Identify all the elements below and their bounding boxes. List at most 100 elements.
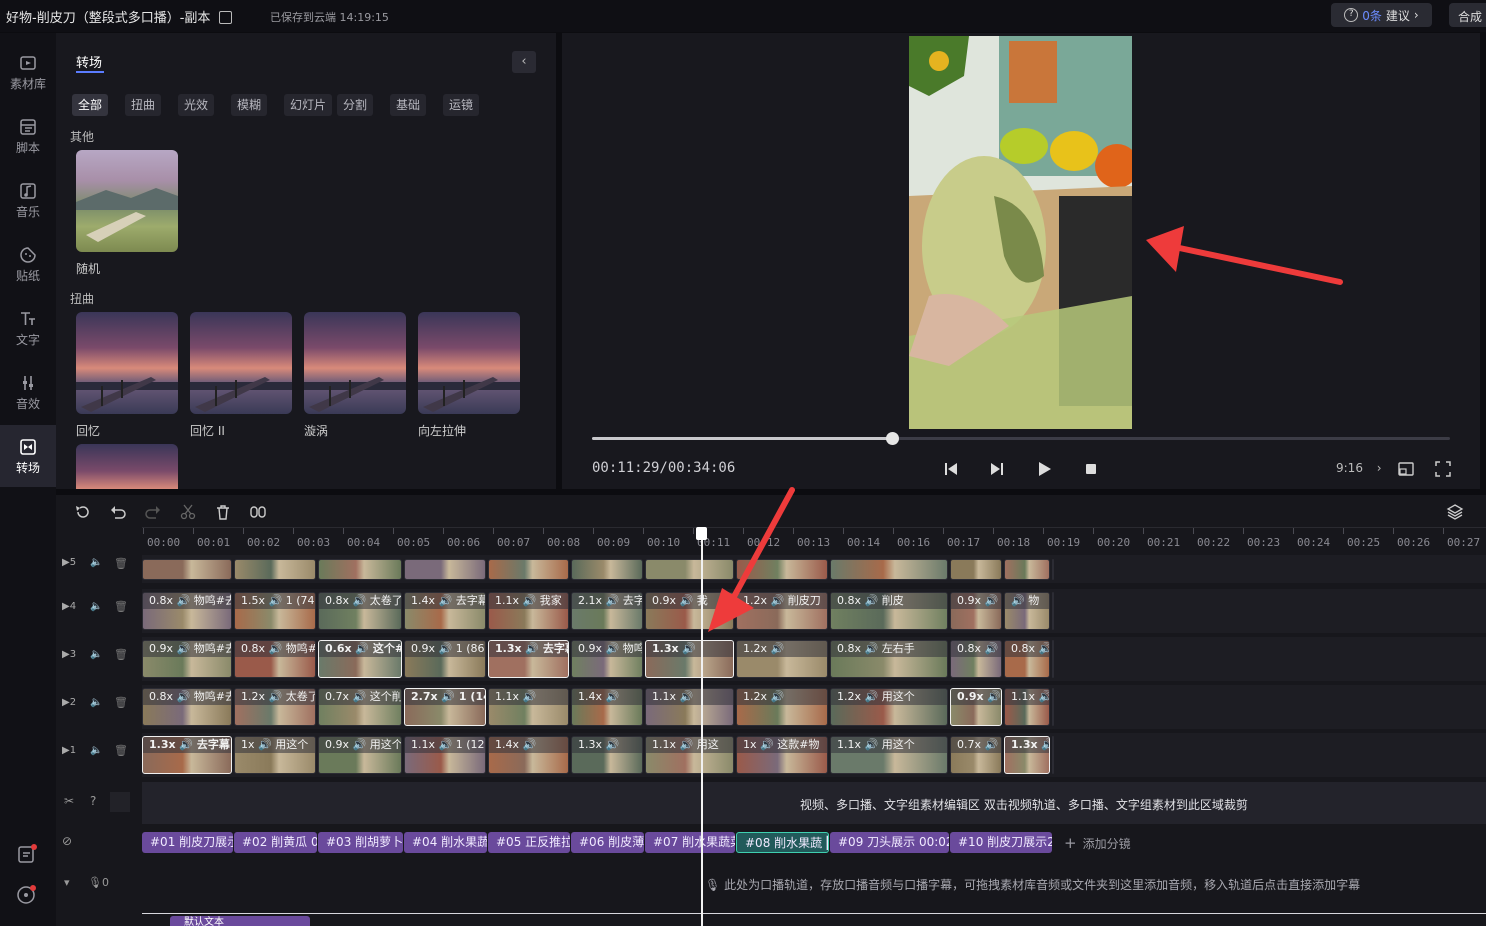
fullscreen-icon[interactable] [1434,460,1452,478]
group-icon[interactable] [249,503,267,521]
timeline-clip[interactable]: 1.2x 🔊 用这个# [1052,688,1054,726]
speaker-icon[interactable]: 🔈 [90,697,102,708]
delete-track-icon[interactable]: 🗑 [114,557,128,570]
scissors-icon[interactable]: ✂ [64,794,74,808]
transition-thumb-swirl[interactable] [304,312,406,414]
timeline-clip[interactable]: 1.2x 🔊 [736,688,828,726]
filter-chip-all[interactable]: 全部 [72,94,108,116]
timeline-clip[interactable] [571,559,643,580]
timeline-clip[interactable] [830,559,948,580]
segment-chip[interactable]: #10 削皮刀展示2 [950,832,1052,853]
timeline-clip[interactable]: 1.1x 🔊 我家 [488,592,569,630]
transition-thumb-memory-2[interactable] [190,312,292,414]
transition-thumb-random[interactable] [76,150,178,252]
redo-icon[interactable] [144,503,162,521]
chevron-down-icon[interactable]: ▾ [64,876,70,889]
sidebar-item-music[interactable]: 音乐 [0,169,56,231]
timeline-clip[interactable]: 1.1x 🔊 1 (125) [404,736,486,774]
timeline-clip[interactable]: 1.3x 🔊 [571,736,643,774]
timeline-clip[interactable]: 0.9x 🔊 [950,592,1002,630]
picture-in-picture-icon[interactable] [1397,460,1415,478]
timeline-clip[interactable]: 1.1x 🔊 用这 [645,736,734,774]
timeline-clip[interactable] [1004,559,1050,580]
segment-chip[interactable]: #09 刀头展示 00:02:1 [830,832,949,853]
timeline-clip[interactable] [234,559,316,580]
timeline-clip[interactable]: 0.9x 🔊 物鸣#去 [142,640,232,678]
collapse-panel-button[interactable]: ‹ [512,51,536,73]
compose-button[interactable]: 合成 [1449,3,1486,27]
speaker-icon[interactable]: 🔈 [90,601,102,612]
sidebar-item-sticker[interactable]: 贴纸 [0,233,56,295]
aspect-ratio-selector[interactable]: 9:16 › [1336,461,1382,475]
project-title[interactable]: 好物-削皮刀（整段式多口播）-副本 [6,7,232,26]
compass-icon[interactable]: ⊘ [62,834,72,848]
timeline-clip[interactable]: 0.8x 🔊 左右手都能削 [950,640,1002,678]
timeline-clip[interactable]: 0.8x 🔊 物鸣# [234,640,316,678]
timeline-clip[interactable]: 0.6x 🔊 这个# [318,640,402,678]
segment-chip[interactable]: #08 削水果蔬▐▐ [736,832,829,853]
timeline-clip[interactable]: 0.8x 🔊 削皮 [830,592,948,630]
delete-icon[interactable] [214,503,232,521]
transition-thumb-partial[interactable] [76,444,178,489]
transition-thumb-stretch-left[interactable] [418,312,520,414]
timeline-clip[interactable]: 1.4x 🔊 [571,688,643,726]
timeline-clip[interactable]: 1.4x 🔊 去字幕 [404,592,486,630]
sidebar-item-transition[interactable]: 转场 [0,425,56,487]
timeline-clip[interactable]: 0.8x 🔊 物鸣#去 [142,592,232,630]
speaker-icon[interactable]: 🔈 [90,745,102,756]
delete-track-icon[interactable]: 🗑 [114,648,128,661]
timeline-clip[interactable]: 1.1x 🔊 [645,688,734,726]
video-preview[interactable] [909,36,1132,429]
delete-track-icon[interactable]: 🗑 [114,600,128,613]
share-icon[interactable] [16,843,38,865]
timeline-clip[interactable]: 1.2x 🔊 太卷了 [234,688,316,726]
timeline-clip[interactable]: 0.8x 🔊 左右手 [830,640,948,678]
timeline-clip[interactable]: 1.1x 🔊 [488,688,569,726]
timeline-clip[interactable]: 2.1x 🔊 去字 [571,592,643,630]
timeline-clip[interactable]: 1.4x 🔊 [488,736,569,774]
skip-previous-icon[interactable] [942,460,960,478]
filter-chip-distort[interactable]: 扭曲 [125,94,161,116]
timeline-clip[interactable] [1052,559,1054,580]
segment-chip[interactable]: #07 削水果蔬菜 [645,832,735,853]
timeline-clip[interactable]: 0.7x 🔊 用这个#削皮 [950,736,1002,774]
timeline-clip[interactable] [318,559,402,580]
timeline-clip[interactable]: 1.3x 🔊 去字幕 [142,736,232,774]
timeline-clip[interactable]: 1.1x 🔊 这个削皮刀 [1004,688,1050,726]
filter-chip-blur[interactable]: 模糊 [231,94,267,116]
timeline-clip[interactable]: 2.7x 🔊 1 (148) [404,688,486,726]
timeline-clip[interactable]: 1x 🔊 用这个 [234,736,316,774]
filter-chip-light[interactable]: 光效 [178,94,214,116]
split-scissors-icon[interactable] [179,503,197,521]
segment-chip[interactable]: #03 削胡萝卜 [318,832,403,853]
timeline-clip[interactable]: 0.9x 🔊 1 (86) [404,640,486,678]
segment-chip[interactable]: #02 削黄瓜 00 [234,832,317,853]
filter-chip-basic[interactable]: 基础 [390,94,426,116]
timeline-clip[interactable]: 1.2x 🔊 [736,640,828,678]
timeline-clip[interactable] [488,559,569,580]
timeline-clip[interactable]: 0.9x 🔊 用这个 [318,736,402,774]
timeline-clip[interactable]: 0.7x 🔊 这个削 [318,688,402,726]
transition-thumb-memory[interactable] [76,312,178,414]
timeline-clip[interactable]: 0.8x 🔊 [1004,640,1050,678]
timeline-clip[interactable]: 1.3x 🔊 去字幕 [488,640,569,678]
delete-track-icon[interactable]: 🗑 [114,696,128,709]
sidebar-item-sound-effect[interactable]: 音效 [0,361,56,423]
segment-chip[interactable]: #06 削皮薄 [571,832,644,853]
timeline-clip[interactable] [142,559,232,580]
segment-chip[interactable]: #01 削皮刀展示 [142,832,233,853]
timeline-clip[interactable]: 0.9x 🔊 物鸣 [571,640,643,678]
segment-chip[interactable]: #04 削水果蔬菜 [404,832,487,853]
default-text-clip[interactable]: 默认文本 [170,916,310,926]
timeline-clip[interactable]: 1.2x 🔊 用这个 [830,688,948,726]
timeline-clip[interactable] [404,559,486,580]
timeline-clip[interactable]: 0.9x 🔊 去字幕 [950,688,1002,726]
sidebar-item-material-library[interactable]: 素材库 [0,41,56,103]
sidebar-item-script[interactable]: 脚本 [0,105,56,167]
add-segment-button[interactable]: + 添加分镜 [1064,834,1131,852]
skip-next-icon[interactable] [988,460,1006,478]
timeline-clip[interactable]: 1.1x 🔊 [1052,736,1054,774]
segment-chip[interactable]: #05 正反推拉 [488,832,570,853]
timeline-clip[interactable]: 1.1x 🔊 用这个 [830,736,948,774]
delete-track-icon[interactable]: 🗑 [114,744,128,757]
